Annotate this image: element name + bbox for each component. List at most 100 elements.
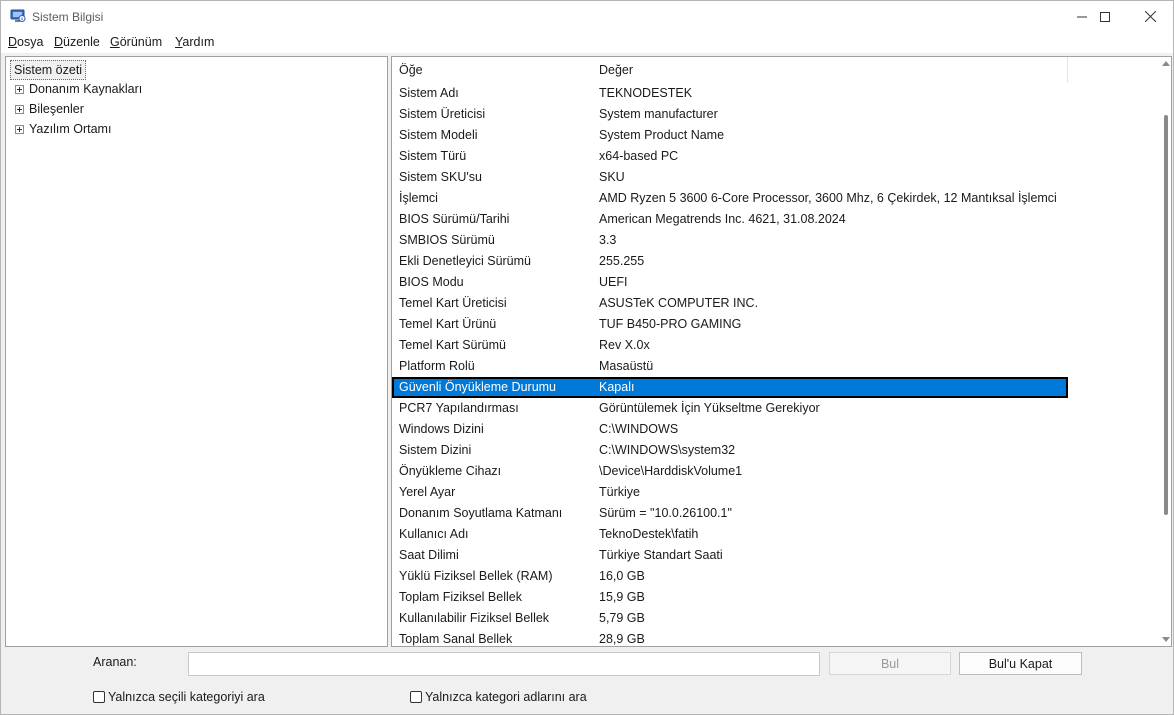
- row-item-cell: Sistem Dizini: [399, 443, 472, 457]
- tree-item-components[interactable]: Bileşenler: [6, 99, 84, 119]
- table-row[interactable]: Sistem Üreticisi System manufacturer: [392, 104, 1068, 125]
- table-row[interactable]: Kullanıcı Adı TeknoDestek\fatih: [392, 524, 1068, 545]
- search-label: Aranan:: [93, 655, 137, 669]
- row-value-cell: Masaüstü: [599, 359, 654, 373]
- table-row[interactable]: Toplam Fiziksel Bellek 15,9 GB: [392, 587, 1068, 608]
- row-value-cell: TEKNODESTEK: [599, 86, 693, 100]
- table-row[interactable]: Yerel Ayar Türkiye: [392, 482, 1068, 503]
- table-row[interactable]: Sistem Türü x64-based PC: [392, 146, 1068, 167]
- expand-icon[interactable]: [15, 84, 24, 94]
- table-row[interactable]: Windows Dizini C:\WINDOWS: [392, 419, 1068, 440]
- row-item-cell: Yerel Ayar: [399, 485, 456, 499]
- close-icon: [1144, 11, 1156, 22]
- row-value-cell: 3.3: [599, 233, 617, 247]
- row-value-cell: ASUSTeK COMPUTER INC.: [599, 296, 759, 310]
- menu-help[interactable]: Yardım: [175, 35, 214, 49]
- table-row[interactable]: Saat Dilimi Türkiye Standart Saati: [392, 545, 1068, 566]
- search-selected-category-option[interactable]: Yalnızca seçili kategoriyi ara: [93, 690, 265, 704]
- tree-item-label: Bileşenler: [29, 102, 84, 116]
- table-row[interactable]: Güvenli Önyükleme Durumu Kapalı: [392, 377, 1068, 398]
- expand-icon[interactable]: [15, 124, 24, 134]
- column-header-value[interactable]: Değer: [592, 57, 1067, 83]
- table-row[interactable]: Donanım Soyutlama Katmanı Sürüm = "10.0.2…: [392, 503, 1068, 524]
- close-find-button[interactable]: Bul'u Kapat: [959, 652, 1082, 675]
- row-item-cell: Sistem SKU'su: [399, 170, 482, 184]
- row-item-cell: BIOS Modu: [399, 275, 464, 289]
- tree-item-system-summary[interactable]: Sistem özeti: [10, 60, 87, 80]
- row-item-cell: Sistem Türü: [399, 149, 467, 163]
- table-row[interactable]: BIOS Sürümü/Tarihi American Megatrends In…: [392, 209, 1068, 230]
- table-row[interactable]: Ekli Denetleyici Sürümü 255.255: [392, 251, 1068, 272]
- system-information-app-icon: [10, 9, 26, 22]
- row-value-cell: Görüntülemek İçin Yükseltme Gerekiyor: [599, 401, 820, 415]
- checkbox[interactable]: [93, 691, 105, 703]
- menu-view[interactable]: Görünüm: [110, 35, 162, 49]
- row-value-cell: SKU: [599, 170, 625, 184]
- search-category-names-option[interactable]: Yalnızca kategori adlarını ara: [410, 690, 587, 704]
- title-bar[interactable]: Sistem Bilgisi: [1, 1, 1173, 32]
- row-item-cell: Donanım Soyutlama Katmanı: [399, 506, 563, 520]
- table-row[interactable]: Temel Kart Üreticisi ASUSTeK COMPUTER INC…: [392, 293, 1068, 314]
- table-row[interactable]: Sistem Dizini C:\WINDOWS\system32: [392, 440, 1068, 461]
- scroll-up-icon[interactable]: [1162, 61, 1170, 66]
- window-title: Sistem Bilgisi: [32, 10, 104, 24]
- row-item-cell: Saat Dilimi: [399, 548, 459, 562]
- row-value-cell: System Product Name: [599, 128, 725, 142]
- table-row[interactable]: İşlemci AMD Ryzen 5 3600 6-Core Processor…: [392, 188, 1068, 209]
- column-separator[interactable]: [1067, 57, 1068, 83]
- row-item-cell: Windows Dizini: [399, 422, 484, 436]
- row-value-cell: \Device\HarddiskVolume1: [599, 464, 743, 478]
- scroll-down-icon[interactable]: [1162, 637, 1170, 642]
- table-row[interactable]: Önyükleme Cihazı \Device\HarddiskVolume1: [392, 461, 1068, 482]
- maximize-button[interactable]: [1082, 1, 1128, 32]
- row-item-cell: Güvenli Önyükleme Durumu: [399, 380, 557, 394]
- row-value-cell: TUF B450-PRO GAMING: [599, 317, 742, 331]
- tree-item-label: Donanım Kaynakları: [29, 82, 143, 96]
- table-row[interactable]: Toplam Sanal Bellek 28,9 GB: [392, 629, 1068, 646]
- checkbox[interactable]: [410, 691, 422, 703]
- column-header-item[interactable]: Öğe: [392, 57, 592, 83]
- table-row[interactable]: SMBIOS Sürümü 3.3: [392, 230, 1068, 251]
- row-item-cell: Temel Kart Üreticisi: [399, 296, 507, 310]
- row-item-cell: Sistem Adı: [399, 86, 459, 100]
- close-button[interactable]: [1127, 1, 1173, 32]
- menu-bar: Dosya Düzenle Görünüm Yardım: [1, 32, 1173, 53]
- menu-edit[interactable]: Düzenle: [54, 35, 100, 49]
- table-row[interactable]: Sistem Adı TEKNODESTEK: [392, 83, 1068, 104]
- row-item-cell: Kullanılabilir Fiziksel Bellek: [399, 611, 550, 625]
- menu-file[interactable]: Dosya: [8, 35, 43, 49]
- search-input[interactable]: [188, 652, 820, 676]
- table-row[interactable]: PCR7 Yapılandırması Görüntülemek İçin Yük…: [392, 398, 1068, 419]
- expand-icon[interactable]: [15, 104, 24, 114]
- row-value-cell: 5,79 GB: [599, 611, 645, 625]
- table-row[interactable]: BIOS Modu UEFI: [392, 272, 1068, 293]
- row-value-cell: Rev X.0x: [599, 338, 650, 352]
- tree-item-hardware-resources[interactable]: Donanım Kaynakları: [6, 79, 142, 99]
- details-list[interactable]: Öğe Değer Sistem Adı TEKNODESTEK Sistem Ür…: [391, 56, 1172, 647]
- category-tree[interactable]: Sistem özeti Donanım Kaynakları Bileşenl…: [5, 56, 388, 647]
- tree-item-software-environment[interactable]: Yazılım Ortamı: [6, 119, 111, 139]
- row-item-cell: İşlemci: [399, 191, 438, 205]
- table-row[interactable]: Yüklü Fiziksel Bellek (RAM) 16,0 GB: [392, 566, 1068, 587]
- tree-item-label: Yazılım Ortamı: [29, 122, 112, 136]
- scrollbar-thumb[interactable]: [1164, 115, 1168, 515]
- table-row[interactable]: Kullanılabilir Fiziksel Bellek 5,79 GB: [392, 608, 1068, 629]
- checkbox-label: Yalnızca kategori adlarını ara: [425, 690, 587, 704]
- row-item-cell: Sistem Modeli: [399, 128, 478, 142]
- row-item-cell: Ekli Denetleyici Sürümü: [399, 254, 531, 268]
- table-row[interactable]: Sistem Modeli System Product Name: [392, 125, 1068, 146]
- row-value-cell: Sürüm = "10.0.26100.1": [599, 506, 732, 520]
- table-row[interactable]: Sistem SKU'su SKU: [392, 167, 1068, 188]
- row-value-cell: 15,9 GB: [599, 590, 645, 604]
- find-button[interactable]: Bul: [829, 652, 951, 675]
- table-row[interactable]: Platform Rolü Masaüstü: [392, 356, 1068, 377]
- table-row[interactable]: Temel Kart Sürümü Rev X.0x: [392, 335, 1068, 356]
- row-value-cell: x64-based PC: [599, 149, 679, 163]
- row-value-cell: AMD Ryzen 5 3600 6-Core Processor, 3600 …: [599, 191, 1057, 205]
- table-row[interactable]: Temel Kart Ürünü TUF B450-PRO GAMING: [392, 314, 1068, 335]
- row-item-cell: Toplam Fiziksel Bellek: [399, 590, 522, 604]
- row-value-cell: American Megatrends Inc. 4621, 31.08.202…: [599, 212, 846, 226]
- column-header-label: Öğe: [399, 63, 423, 77]
- row-value-cell: Türkiye: [599, 485, 640, 499]
- vertical-scrollbar[interactable]: [1159, 57, 1171, 646]
